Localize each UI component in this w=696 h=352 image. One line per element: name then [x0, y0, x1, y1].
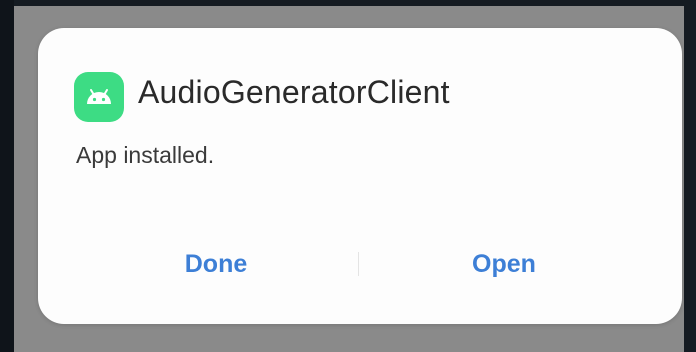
android-icon — [74, 72, 124, 122]
install-status-message: App installed. — [76, 142, 215, 168]
install-complete-dialog: AudioGeneratorClient App installed. Done… — [38, 28, 682, 324]
android-robot-icon — [87, 89, 111, 104]
app-name: AudioGeneratorClient — [138, 74, 450, 110]
open-button[interactable]: Open — [426, 242, 582, 286]
button-divider — [358, 252, 359, 276]
phone-bezel — [0, 0, 14, 352]
done-button[interactable]: Done — [138, 242, 294, 286]
screen: AudioGeneratorClient App installed. Done… — [0, 0, 696, 352]
